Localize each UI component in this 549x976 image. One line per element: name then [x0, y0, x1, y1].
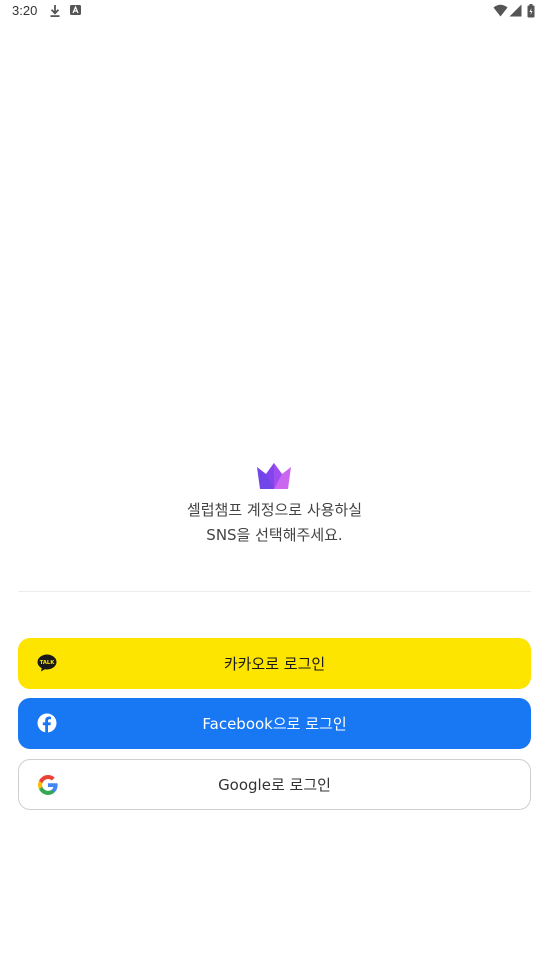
kakao-login-button[interactable]: TALK 카카오로 로그인	[18, 638, 531, 689]
crown-icon	[257, 463, 291, 489]
google-icon	[38, 775, 58, 795]
font-icon	[70, 5, 81, 15]
google-login-button[interactable]: Google로 로그인	[18, 759, 531, 810]
svg-text:TALK: TALK	[40, 660, 55, 666]
facebook-login-button[interactable]: Facebook으로 로그인	[18, 698, 531, 749]
divider	[18, 591, 531, 592]
status-bar: 3:20	[0, 0, 549, 24]
intro-text-line-2: SNS을 선택해주세요.	[206, 526, 343, 544]
wifi-icon	[493, 4, 508, 17]
kakao-talk-icon: TALK	[37, 654, 57, 672]
kakao-login-label: 카카오로 로그인	[223, 655, 326, 673]
intro-text-line-1: 셀럽챔프 계정으로 사용하실	[186, 501, 363, 519]
download-icon	[50, 5, 60, 17]
google-login-label: Google로 로그인	[218, 776, 331, 794]
facebook-icon	[37, 713, 57, 733]
signal-icon	[509, 4, 522, 17]
status-time: 3:20	[12, 3, 38, 18]
battery-icon	[527, 4, 535, 18]
facebook-login-label: Facebook으로 로그인	[202, 715, 347, 733]
